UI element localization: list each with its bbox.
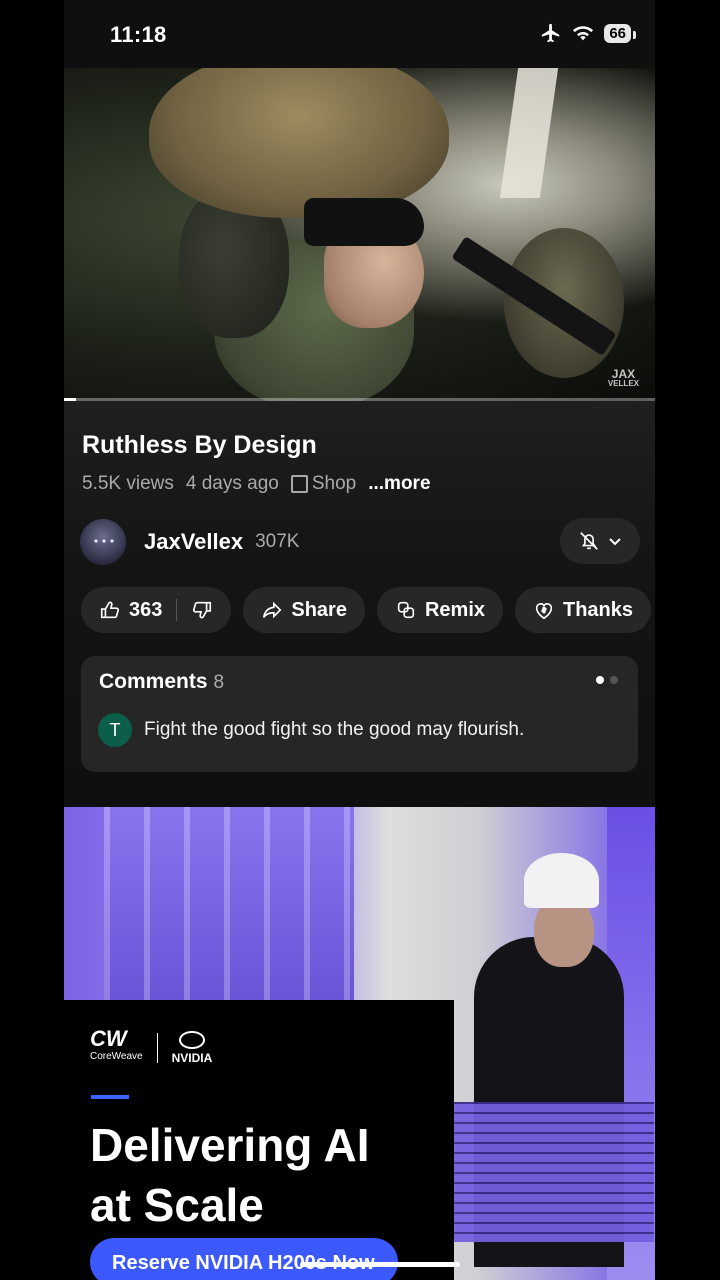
comments-page-dots [596, 676, 618, 684]
channel-name[interactable]: JaxVellex [144, 529, 243, 555]
more-button[interactable]: ...more [368, 473, 430, 495]
status-time: 11:18 [110, 22, 167, 47]
commenter-avatar: T [98, 713, 132, 747]
status-bar: 11:18 66 [64, 0, 655, 68]
coreweave-logo: CW CoreWeave [90, 1026, 143, 1063]
action-bar: 363 Share Remix Thanks [81, 587, 655, 633]
ad-logos: CW CoreWeave NVIDIA [90, 1026, 212, 1066]
remix-label: Remix [424, 598, 485, 621]
subscriber-count: 307K [255, 531, 300, 552]
ad-scene-rack [104, 807, 354, 1007]
channel-row[interactable]: JaxVellex 307K [80, 518, 640, 566]
share-button[interactable]: Share [243, 587, 365, 633]
comment-text: Fight the good fight so the good may flo… [144, 719, 525, 740]
upload-age: 4 days ago [185, 473, 279, 494]
ad-video[interactable]: CW CoreWeave NVIDIA Delivering AI at Scal… [64, 807, 655, 1280]
notification-bell-button[interactable] [560, 518, 640, 564]
ad-accent-line [91, 1095, 129, 1099]
battery-indicator: 66 [604, 23, 636, 43]
comments-count: 8 [213, 672, 225, 693]
like-count[interactable]: 363 [129, 599, 162, 622]
page-dot [610, 676, 618, 684]
like-dislike-group: 363 [81, 587, 232, 633]
page-dot-active [596, 676, 604, 684]
share-label: Share [291, 598, 347, 621]
video-meta: 5.5K views 4 days ago Shop ...more [82, 473, 431, 495]
like-divider [176, 599, 178, 621]
thanks-label: Thanks [563, 598, 634, 621]
thumbs-up-icon[interactable] [99, 599, 121, 621]
phone-screen: 11:18 66 JAX VELLEX Ruthless By Design 5… [64, 0, 655, 1280]
nvidia-logo: NVIDIA [172, 1031, 212, 1065]
remix-icon [397, 601, 415, 619]
remix-button[interactable]: Remix [376, 587, 503, 633]
status-icons: 66 [540, 22, 636, 44]
shop-label: Shop [311, 473, 357, 494]
ad-scene-hardhat [524, 853, 599, 908]
video-info-panel: Ruthless By Design 5.5K views 4 days ago… [64, 401, 655, 783]
video-watermark: JAX VELLEX [607, 367, 639, 388]
video-player[interactable]: JAX VELLEX [64, 68, 655, 401]
heart-dollar-icon [535, 603, 553, 620]
shopping-bag-icon [290, 475, 308, 493]
ad-text-panel: CW CoreWeave NVIDIA Delivering AI at Scal… [64, 1000, 454, 1280]
video-scene-window [499, 68, 559, 198]
video-scene-helmet [149, 68, 449, 218]
logo-divider [156, 1033, 158, 1063]
comments-header: Comments 8 [99, 670, 224, 694]
thanks-button[interactable]: Thanks [515, 587, 652, 633]
nvidia-eye-icon [178, 1031, 205, 1049]
top-comment[interactable]: T Fight the good fight so the good may f… [98, 713, 524, 747]
ad-scene-servers [454, 1102, 654, 1242]
comments-card[interactable]: Comments 8 T Fight the good fight so the … [81, 656, 638, 772]
video-scene-goggles [304, 198, 424, 246]
channel-avatar[interactable] [80, 519, 126, 565]
thumbs-down-icon[interactable] [191, 599, 213, 621]
shop-link[interactable]: Shop [290, 473, 357, 495]
ad-headline: Delivering AI at Scale [90, 1119, 370, 1231]
chevron-down-icon [609, 538, 621, 546]
comments-label: Comments [99, 670, 208, 693]
share-icon [263, 601, 282, 619]
wifi-icon [573, 26, 594, 41]
ad-cta-button[interactable]: Reserve NVIDIA H200s Now [90, 1238, 398, 1280]
video-title[interactable]: Ruthless By Design [82, 431, 317, 460]
view-count: 5.5K views [82, 473, 174, 494]
home-indicator[interactable] [300, 1262, 460, 1267]
airplane-icon [542, 23, 560, 43]
bell-off-icon [580, 532, 598, 550]
